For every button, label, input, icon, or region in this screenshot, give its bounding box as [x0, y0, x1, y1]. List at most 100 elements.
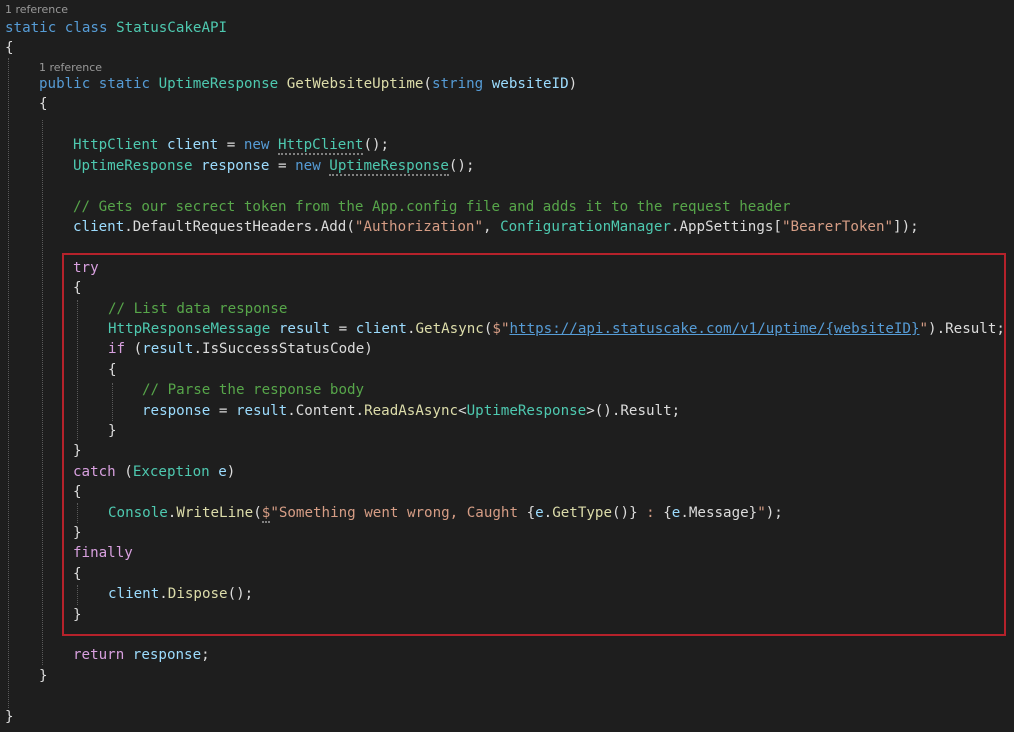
method-name: ReadAsAsync [364, 403, 459, 419]
token: static [98, 76, 151, 92]
code-line-15: // Parse the response body [142, 380, 364, 400]
token: ()} [612, 505, 638, 521]
token: .Message} [680, 505, 758, 521]
code-line-9: try [73, 258, 99, 278]
code-line-8: client.DefaultRequestHeaders.Add("Author… [73, 217, 919, 237]
code-line-6: UptimeResponse response = new UptimeResp… [73, 156, 475, 176]
brace: } [73, 525, 82, 541]
code-line-23: finally [73, 543, 133, 563]
code-line-4: { [39, 94, 48, 114]
token: if [108, 341, 126, 357]
class-name: StatusCakeAPI [116, 20, 228, 36]
token: e [218, 464, 227, 480]
token: result [142, 341, 194, 357]
token: catch [73, 464, 116, 480]
code-line-1: static class StatusCakeAPI [5, 18, 227, 38]
string: $" [492, 321, 510, 337]
token: UptimeResponse [466, 403, 587, 419]
code-line-2: { [5, 38, 14, 58]
token: ( [125, 341, 143, 357]
code-line-20: { [73, 482, 82, 502]
url-link[interactable]: https://api.statuscake.com/v1/uptime/{we… [510, 321, 920, 337]
code-line-24: { [73, 564, 82, 584]
token: ( [253, 505, 262, 521]
code-line-21: Console.WriteLine($"Something went wrong… [108, 503, 783, 523]
token: client [108, 586, 160, 602]
brace: { [73, 566, 82, 582]
token: . [406, 321, 416, 337]
token: . [543, 505, 553, 521]
token: HttpClient [73, 137, 159, 153]
token: result [235, 403, 288, 419]
token: return [73, 647, 125, 663]
token: = [330, 321, 356, 337]
string: "Authorization" [354, 219, 483, 235]
token: client [166, 137, 219, 153]
code-line-18: } [73, 441, 82, 461]
brace: { [73, 280, 82, 296]
code-line-22: } [73, 523, 82, 543]
code-line-7: // Gets our secrect token from the App.c… [73, 197, 791, 217]
token: HttpResponseMessage [108, 321, 271, 337]
token: = [269, 158, 296, 174]
brace: { [39, 96, 48, 112]
token: .AppSettings[ [670, 219, 782, 235]
token: ).Result; [928, 321, 1005, 337]
token: ) [226, 464, 236, 480]
token: finally [73, 545, 133, 561]
token: static [5, 20, 57, 36]
method-name: Dispose [167, 586, 228, 602]
token: string [431, 76, 484, 92]
token: new [243, 137, 270, 153]
token: (); [227, 586, 254, 602]
brace: } [73, 607, 82, 623]
code-line-14: { [108, 360, 117, 380]
token: = [218, 137, 244, 153]
token: response [201, 158, 270, 174]
token: .IsSuccessStatusCode) [193, 341, 373, 357]
token: { [526, 505, 536, 521]
token: . [159, 586, 168, 602]
token: , [483, 219, 501, 235]
token: client [73, 219, 125, 235]
brace: { [73, 484, 82, 500]
code-editor[interactable]: 1 reference static class StatusCakeAPI {… [0, 0, 1014, 732]
string: " [757, 505, 766, 521]
token: response [142, 403, 211, 419]
code-line-5: HttpClient client = new HttpClient(); [73, 135, 389, 155]
code-line-13: if (result.IsSuccessStatusCode) [108, 339, 373, 359]
indent-guide [8, 58, 9, 708]
token: new [295, 158, 321, 174]
brace: } [73, 443, 82, 459]
codelens-class-references[interactable]: 1 reference [5, 3, 68, 17]
comment: // Parse the response body [142, 382, 365, 398]
token: < [458, 403, 467, 419]
code-line-12: HttpResponseMessage result = client.GetA… [108, 319, 1005, 339]
codelens-method-references[interactable]: 1 reference [39, 61, 102, 75]
token: HttpClient [278, 137, 364, 155]
method-name: GetType [552, 505, 612, 521]
method-name: GetWebsiteUptime [286, 76, 424, 92]
code-line-28: } [39, 666, 48, 686]
token: ]); [893, 219, 919, 235]
token: UptimeResponse [329, 158, 449, 176]
code-line-16: response = result.Content.ReadAsAsync<Up… [142, 401, 680, 421]
string: "BearerToken" [781, 219, 894, 235]
token: { [663, 505, 672, 521]
token: public [39, 76, 91, 92]
token: UptimeResponse [158, 76, 279, 92]
code-line-19: catch (Exception e) [73, 462, 235, 482]
token: e [535, 505, 544, 521]
token: = [210, 403, 236, 419]
code-line-27: return response; [73, 645, 210, 665]
token: UptimeResponse [73, 158, 193, 174]
brace: } [39, 668, 48, 684]
code-line-29: } [5, 707, 14, 727]
method-name: GetAsync [415, 321, 484, 337]
comment: // Gets our secrect token from the App.c… [73, 199, 791, 215]
code-line-25: client.Dispose(); [108, 584, 253, 604]
string: "Something went wrong, Caught [270, 505, 527, 521]
indent-guide [42, 120, 43, 665]
token: .DefaultRequestHeaders.Add( [124, 219, 355, 235]
